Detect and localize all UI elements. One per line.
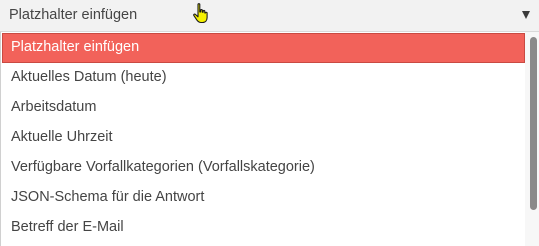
option-label: Verfügbare Vorfallkategorien (Vorfallska… xyxy=(11,159,315,175)
dropdown-scrollbar[interactable] xyxy=(525,32,539,246)
option-platzhalter-einfuegen[interactable]: Platzhalter einfügen xyxy=(2,33,525,63)
option-aktuelle-uhrzeit[interactable]: Aktuelle Uhrzeit xyxy=(2,123,525,153)
option-vorfallkategorien[interactable]: Verfügbare Vorfallkategorien (Vorfallska… xyxy=(2,153,525,183)
select-current-value: Platzhalter einfügen xyxy=(9,7,138,23)
option-label: Betreff der E-Mail xyxy=(11,219,124,235)
scrollbar-thumb[interactable] xyxy=(530,37,537,210)
option-label: Arbeitsdatum xyxy=(11,99,97,115)
placeholder-select-widget: Platzhalter einfügen Platzhalter einfüge… xyxy=(0,0,539,246)
option-json-schema[interactable]: JSON-Schema für die Antwort xyxy=(2,183,525,213)
option-label: Platzhalter einfügen xyxy=(11,39,140,55)
option-betreff-email[interactable]: Betreff der E-Mail xyxy=(2,213,525,243)
hand-pointer-icon xyxy=(193,3,208,24)
chevron-down-icon[interactable] xyxy=(522,11,530,19)
options-dropdown: Platzhalter einfügen Aktuelles Datum (he… xyxy=(0,32,539,246)
placeholder-select[interactable]: Platzhalter einfügen xyxy=(0,0,539,32)
option-aktuelles-datum[interactable]: Aktuelles Datum (heute) xyxy=(2,63,525,93)
option-label: Aktuelles Datum (heute) xyxy=(11,69,167,85)
option-label: Aktuelle Uhrzeit xyxy=(11,129,113,145)
option-label: JSON-Schema für die Antwort xyxy=(11,189,205,205)
option-arbeitsdatum[interactable]: Arbeitsdatum xyxy=(2,93,525,123)
